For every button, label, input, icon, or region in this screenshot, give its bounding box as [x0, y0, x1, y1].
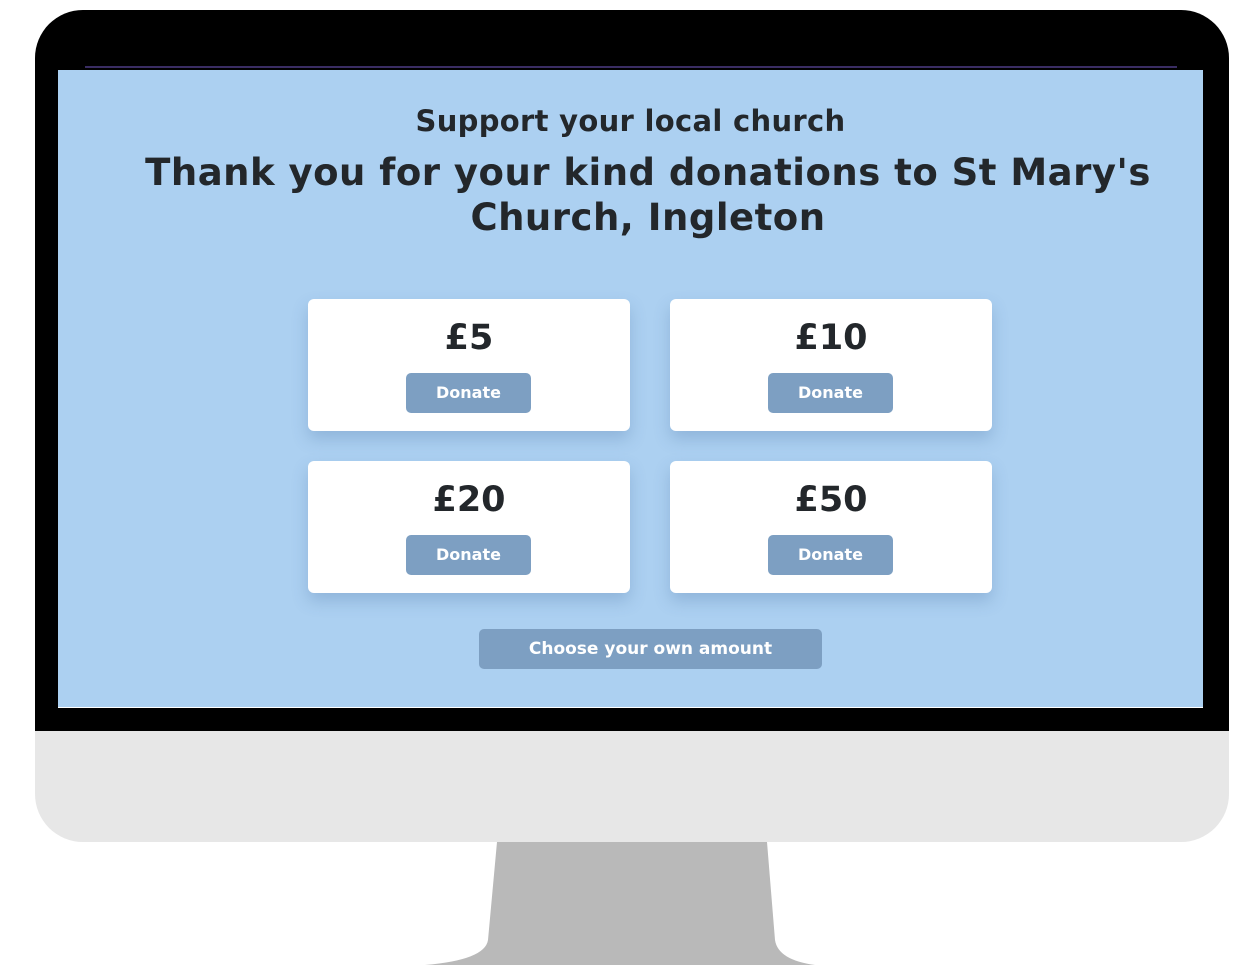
donation-amount: £50 [794, 480, 868, 520]
monitor-stand-shape [425, 842, 815, 965]
donation-amount: £10 [794, 318, 868, 358]
donation-card-50: £50 Donate [670, 461, 992, 593]
monitor-stand [0, 842, 1234, 965]
donate-50-button[interactable]: Donate [768, 535, 893, 575]
donation-amount: £20 [432, 480, 506, 520]
donation-card-20: £20 Donate [308, 461, 630, 593]
donation-amount: £5 [444, 318, 494, 358]
monitor-screen: Support your local church Thank you for … [58, 70, 1203, 708]
page-subtitle: Support your local church [415, 104, 846, 138]
page-title: Thank you for your kind donations to St … [145, 151, 1151, 239]
donation-card-10: £10 Donate [670, 299, 992, 431]
donate-5-button[interactable]: Donate [406, 373, 531, 413]
monitor-bezel: Support your local church Thank you for … [35, 10, 1229, 731]
choose-own-amount-button[interactable]: Choose your own amount [479, 629, 822, 669]
donation-card-5: £5 Donate [308, 299, 630, 431]
monitor-body: Support your local church Thank you for … [35, 10, 1229, 842]
monitor-mockup: Support your local church Thank you for … [0, 0, 1234, 965]
donate-20-button[interactable]: Donate [406, 535, 531, 575]
donate-10-button[interactable]: Donate [768, 373, 893, 413]
screen-top-accent [85, 66, 1177, 68]
